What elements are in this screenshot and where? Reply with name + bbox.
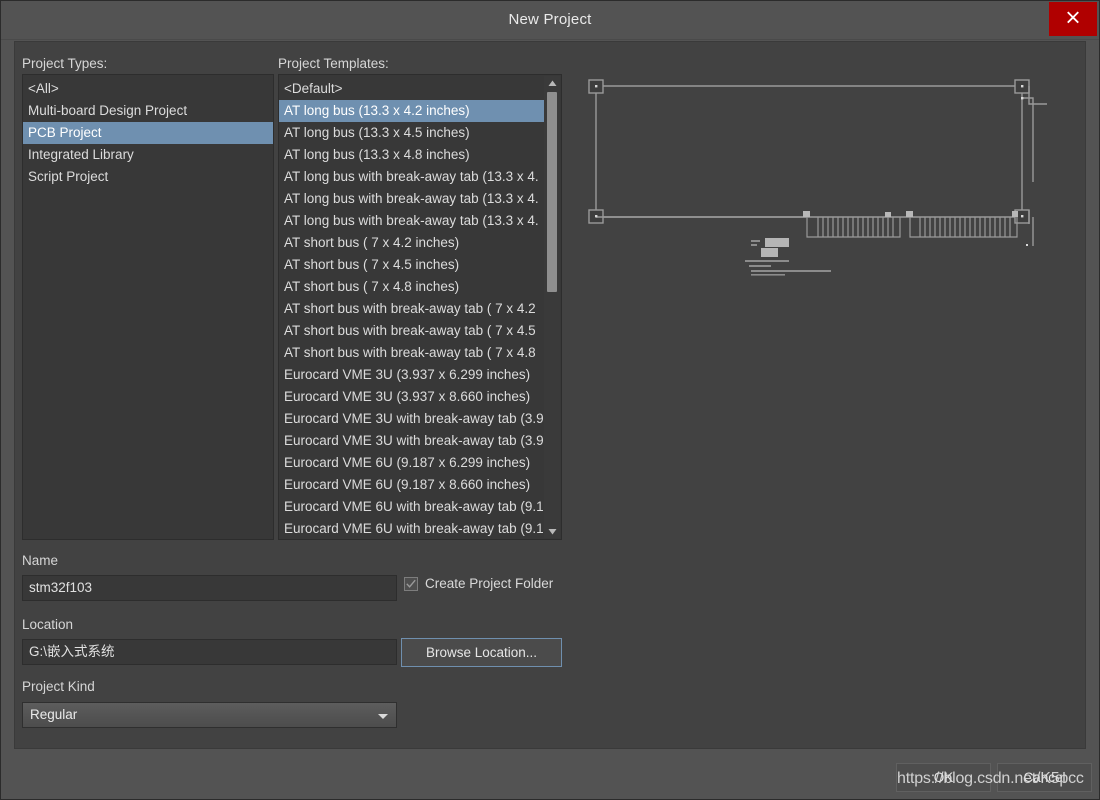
cancel-button[interactable]: Cancel: [997, 763, 1092, 792]
project-type-item[interactable]: Multi-board Design Project: [23, 100, 273, 122]
project-templates-items: <Default> AT long bus (13.3 x 4.2 inches)…: [279, 78, 544, 539]
project-template-item[interactable]: Eurocard VME 6U with break-away tab (9.1: [279, 496, 544, 518]
project-template-item[interactable]: AT short bus ( 7 x 4.2 inches): [279, 232, 544, 254]
check-icon: [406, 579, 416, 588]
create-project-folder-checkbox[interactable]: Create Project Folder: [404, 576, 553, 591]
project-template-item[interactable]: Eurocard VME 6U (9.187 x 8.660 inches): [279, 474, 544, 496]
project-template-item[interactable]: Eurocard VME 3U with break-away tab (3.9: [279, 430, 544, 452]
project-template-item[interactable]: Eurocard VME 3U (3.937 x 6.299 inches): [279, 364, 544, 386]
dialog-title: New Project: [508, 11, 592, 28]
scroll-up-arrow-icon[interactable]: [544, 76, 560, 90]
dialog-body: Project Types: Project Templates: <All> M…: [14, 41, 1086, 749]
browse-location-button[interactable]: Browse Location...: [401, 638, 562, 667]
pcb-board-preview-graphic: [588, 79, 1047, 276]
project-template-item[interactable]: Eurocard VME 3U (3.937 x 8.660 inches): [279, 386, 544, 408]
close-icon[interactable]: [1049, 2, 1097, 36]
project-template-item[interactable]: Eurocard VME 3U with break-away tab (3.9: [279, 408, 544, 430]
location-label: Location: [22, 617, 74, 632]
name-label: Name: [22, 553, 59, 568]
project-type-item[interactable]: <All>: [23, 78, 273, 100]
project-template-item[interactable]: AT short bus with break-away tab ( 7 x 4…: [279, 320, 544, 342]
ok-button[interactable]: OK: [896, 763, 991, 792]
chevron-down-icon: [378, 714, 388, 719]
project-kind-label: Project Kind: [22, 679, 95, 694]
project-template-item[interactable]: AT short bus ( 7 x 4.5 inches): [279, 254, 544, 276]
chevron-up-glyph: [548, 80, 556, 86]
new-project-dialog: New Project Project Types: Project Templ…: [0, 0, 1100, 800]
project-template-item[interactable]: AT long bus with break-away tab (13.3 x …: [279, 166, 544, 188]
project-types-label: Project Types:: [22, 56, 108, 71]
location-input[interactable]: G:\嵌入式系统: [22, 639, 397, 665]
project-kind-select[interactable]: Regular: [22, 702, 397, 728]
project-types-items: <All> Multi-board Design Project PCB Proje…: [23, 78, 273, 539]
project-template-item[interactable]: AT long bus with break-away tab (13.3 x …: [279, 210, 544, 232]
project-templates-listbox[interactable]: <Default> AT long bus (13.3 x 4.2 inches)…: [278, 74, 562, 540]
title-bar: New Project: [1, 1, 1099, 40]
project-type-item[interactable]: Script Project: [23, 166, 273, 188]
project-template-item[interactable]: AT short bus with break-away tab ( 7 x 4…: [279, 342, 544, 364]
project-kind-value: Regular: [30, 707, 78, 722]
templates-scrollbar[interactable]: [544, 76, 560, 538]
project-type-item[interactable]: Integrated Library: [23, 144, 273, 166]
close-x-glyph: [1067, 11, 1079, 24]
chevron-down-glyph: [548, 528, 556, 534]
name-input[interactable]: stm32f103: [22, 575, 397, 601]
template-preview: [575, 74, 1080, 540]
project-template-item[interactable]: AT long bus (13.3 x 4.5 inches): [279, 122, 544, 144]
project-template-item[interactable]: Eurocard VME 6U (9.187 x 6.299 inches): [279, 452, 544, 474]
project-template-item[interactable]: <Default>: [279, 78, 544, 100]
project-template-item[interactable]: AT short bus with break-away tab ( 7 x 4…: [279, 298, 544, 320]
project-type-item[interactable]: PCB Project: [23, 122, 273, 144]
project-template-item[interactable]: Eurocard VME 6U with break-away tab (9.1: [279, 518, 544, 539]
project-template-item[interactable]: AT long bus (13.3 x 4.2 inches): [279, 100, 544, 122]
create-project-folder-label: Create Project Folder: [425, 576, 554, 591]
project-template-item[interactable]: AT short bus ( 7 x 4.8 inches): [279, 276, 544, 298]
project-template-item[interactable]: AT long bus with break-away tab (13.3 x …: [279, 188, 544, 210]
project-types-listbox[interactable]: <All> Multi-board Design Project PCB Proje…: [22, 74, 274, 540]
scroll-down-arrow-icon[interactable]: [544, 524, 560, 538]
project-template-item[interactable]: AT long bus (13.3 x 4.8 inches): [279, 144, 544, 166]
checkbox-box: [404, 576, 418, 591]
scrollbar-thumb[interactable]: [547, 92, 557, 292]
project-templates-label: Project Templates:: [278, 56, 389, 71]
